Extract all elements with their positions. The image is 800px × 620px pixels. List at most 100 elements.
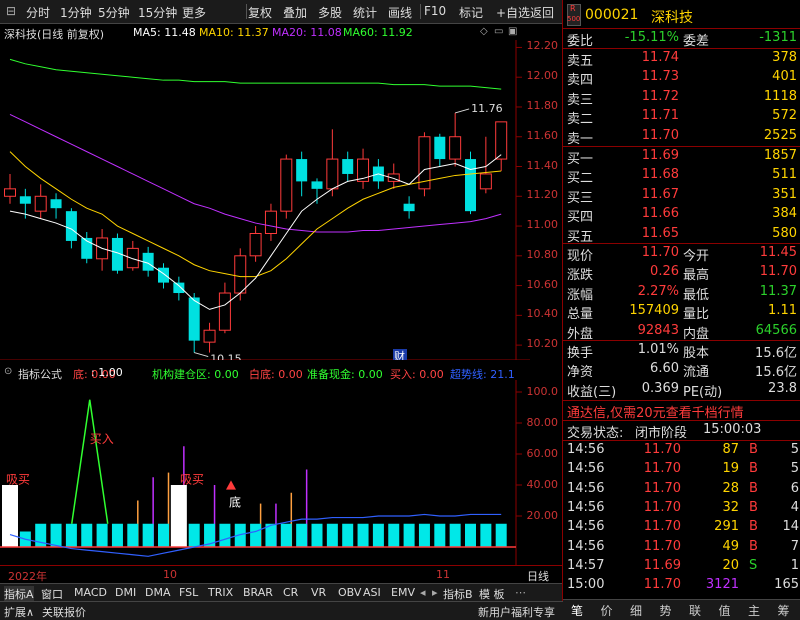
toolbar-item-6[interactable]: 叠加 xyxy=(283,4,307,21)
toolbar-item-11[interactable]: 标记 xyxy=(459,4,483,21)
candle[interactable] xyxy=(249,226,262,262)
tick-count: 165 xyxy=(774,577,799,593)
stock-header: R 500 000021 深科技 xyxy=(563,4,800,28)
candle[interactable] xyxy=(296,151,308,197)
candle[interactable] xyxy=(434,133,446,167)
indicator-tab-14[interactable]: 模 板 xyxy=(479,586,505,602)
bid-row[interactable]: 买五 11.65 580 xyxy=(563,225,800,245)
candle[interactable] xyxy=(479,136,492,194)
toolbar-item-1[interactable]: 1分钟 xyxy=(60,4,92,21)
toolbar-item-5[interactable]: 复权 xyxy=(248,4,272,21)
toolbar-item-10[interactable]: F10 xyxy=(424,4,446,18)
ask-row[interactable]: 卖五 11.74 378 xyxy=(563,49,800,69)
candle[interactable] xyxy=(65,208,77,249)
indicator-tab-6[interactable]: TRIX xyxy=(208,586,233,599)
indicator-tab-10[interactable]: OBV xyxy=(338,586,361,599)
indicator-tab-9[interactable]: VR xyxy=(311,586,326,599)
candle[interactable] xyxy=(342,151,354,182)
ask-row[interactable]: 卖四 11.73 401 xyxy=(563,68,800,88)
price-tick-label: 11.20 xyxy=(526,188,559,202)
indicator-tab-12[interactable]: EMV xyxy=(391,586,415,599)
candle[interactable] xyxy=(418,132,431,197)
indicator-tab-7[interactable]: BRAR xyxy=(243,586,273,599)
candle[interactable] xyxy=(326,129,339,197)
toolbar-item-13[interactable]: 返回 xyxy=(530,4,554,21)
tabs-scroll-left-icon[interactable]: ◂ xyxy=(420,586,426,599)
candle[interactable] xyxy=(203,322,216,353)
settings-icon[interactable]: ◇ xyxy=(480,26,488,37)
indicator-tab-4[interactable]: DMA xyxy=(145,586,171,599)
daily-label[interactable]: 日线 xyxy=(527,568,549,584)
financial-report-marker[interactable]: 财 xyxy=(393,349,407,360)
indicator-tab-13[interactable]: 指标B xyxy=(443,586,473,602)
toolbar-item-4[interactable]: 更多 xyxy=(182,4,206,21)
candle[interactable] xyxy=(81,232,93,264)
close-icon[interactable]: ▣ xyxy=(508,26,517,37)
candle[interactable] xyxy=(4,173,16,204)
toolbar-item-2[interactable]: 5分钟 xyxy=(98,4,130,21)
toolbar-item-8[interactable]: 统计 xyxy=(353,4,377,21)
tick-volume: 32 xyxy=(722,499,739,515)
indicator-toggle-icon[interactable]: ⊙ xyxy=(4,366,12,377)
bid-row[interactable]: 买一 11.69 1857 xyxy=(563,147,800,167)
toolbar-item-9[interactable]: 画线 xyxy=(388,4,412,21)
bid-row[interactable]: 买三 11.67 351 xyxy=(563,186,800,206)
candle[interactable] xyxy=(465,151,476,215)
candle[interactable] xyxy=(158,263,169,289)
candle[interactable] xyxy=(173,276,185,301)
candle[interactable] xyxy=(495,121,508,171)
indicator-tab-2[interactable]: MACD xyxy=(74,586,107,599)
detail-tab-5[interactable]: 值 xyxy=(719,602,731,619)
candle[interactable] xyxy=(387,163,400,189)
candlestick-chart[interactable]: 11.76 10.15 财 xyxy=(0,40,530,360)
ask-row[interactable]: 卖二 11.71 572 xyxy=(563,107,800,127)
ask-row[interactable]: 卖一 11.70 2525 xyxy=(563,127,800,147)
candle[interactable] xyxy=(280,154,293,219)
detail-tab-6[interactable]: 主 xyxy=(748,602,760,619)
buy-peak-line xyxy=(71,399,109,524)
expand-button[interactable]: 扩展∧ xyxy=(4,604,34,620)
candle[interactable] xyxy=(403,196,415,219)
promo-banner[interactable]: 通达信,仅需20元查看千档行情 xyxy=(563,401,800,421)
indicator-tab-11[interactable]: ASI xyxy=(363,586,381,599)
detail-tab-2[interactable]: 细 xyxy=(630,602,642,619)
indicator-tab-1[interactable]: 窗口 xyxy=(41,586,63,602)
tick-side: B xyxy=(749,499,758,515)
bid-row[interactable]: 买二 11.68 511 xyxy=(563,166,800,186)
expand-icon[interactable]: ▭ xyxy=(494,26,503,37)
detail-tab-4[interactable]: 联 xyxy=(689,602,701,619)
candle[interactable] xyxy=(126,240,139,271)
detail-tab-0[interactable]: 笔 xyxy=(571,602,583,619)
related-quotes-button[interactable]: 关联报价 xyxy=(42,604,86,620)
indicator-tab-5[interactable]: FSL xyxy=(179,586,198,599)
toolbar-item-12[interactable]: +自选 xyxy=(496,4,530,21)
candle[interactable] xyxy=(111,233,123,274)
toolbar-item-0[interactable]: 分时 xyxy=(26,4,50,21)
candle[interactable] xyxy=(188,293,200,353)
candle[interactable] xyxy=(34,184,47,219)
indicator-tab-3[interactable]: DMI xyxy=(115,586,136,599)
promo-link[interactable]: 新用户福利专享 xyxy=(478,604,555,620)
candle[interactable] xyxy=(218,282,231,334)
indicator-chart[interactable]: 买入吸买 吸买底 xyxy=(0,380,530,565)
candle[interactable] xyxy=(264,203,277,241)
ask-row[interactable]: 卖三 11.72 1118 xyxy=(563,88,800,108)
indicator-tab-0[interactable]: 指标A xyxy=(4,586,34,602)
detail-tab-7[interactable]: 筹 xyxy=(778,602,790,619)
quote-panel: R 500 000021 深科技 委比 -15.11% 委差 -1311 卖五 1… xyxy=(562,0,800,601)
candle[interactable] xyxy=(449,112,462,167)
detail-tab-1[interactable]: 价 xyxy=(601,602,613,619)
detail-tab-3[interactable]: 势 xyxy=(660,602,672,619)
bid-volume: 384 xyxy=(772,206,797,222)
toolbar-item-3[interactable]: 15分钟 xyxy=(138,4,177,21)
candle[interactable] xyxy=(50,193,62,219)
menu-icon[interactable]: ⊟ xyxy=(6,4,16,18)
candle[interactable] xyxy=(311,178,323,204)
bid-row[interactable]: 买四 11.66 384 xyxy=(563,205,800,225)
tabs-scroll-right-icon[interactable]: ▸ xyxy=(432,586,438,599)
indicator-tab-8[interactable]: CR xyxy=(283,586,298,599)
candle[interactable] xyxy=(357,148,370,189)
ma60-label: MA60: 11.92 xyxy=(343,26,413,39)
toolbar-item-7[interactable]: 多股 xyxy=(318,4,342,21)
more-tabs-icon[interactable]: ⋯ xyxy=(515,586,526,599)
